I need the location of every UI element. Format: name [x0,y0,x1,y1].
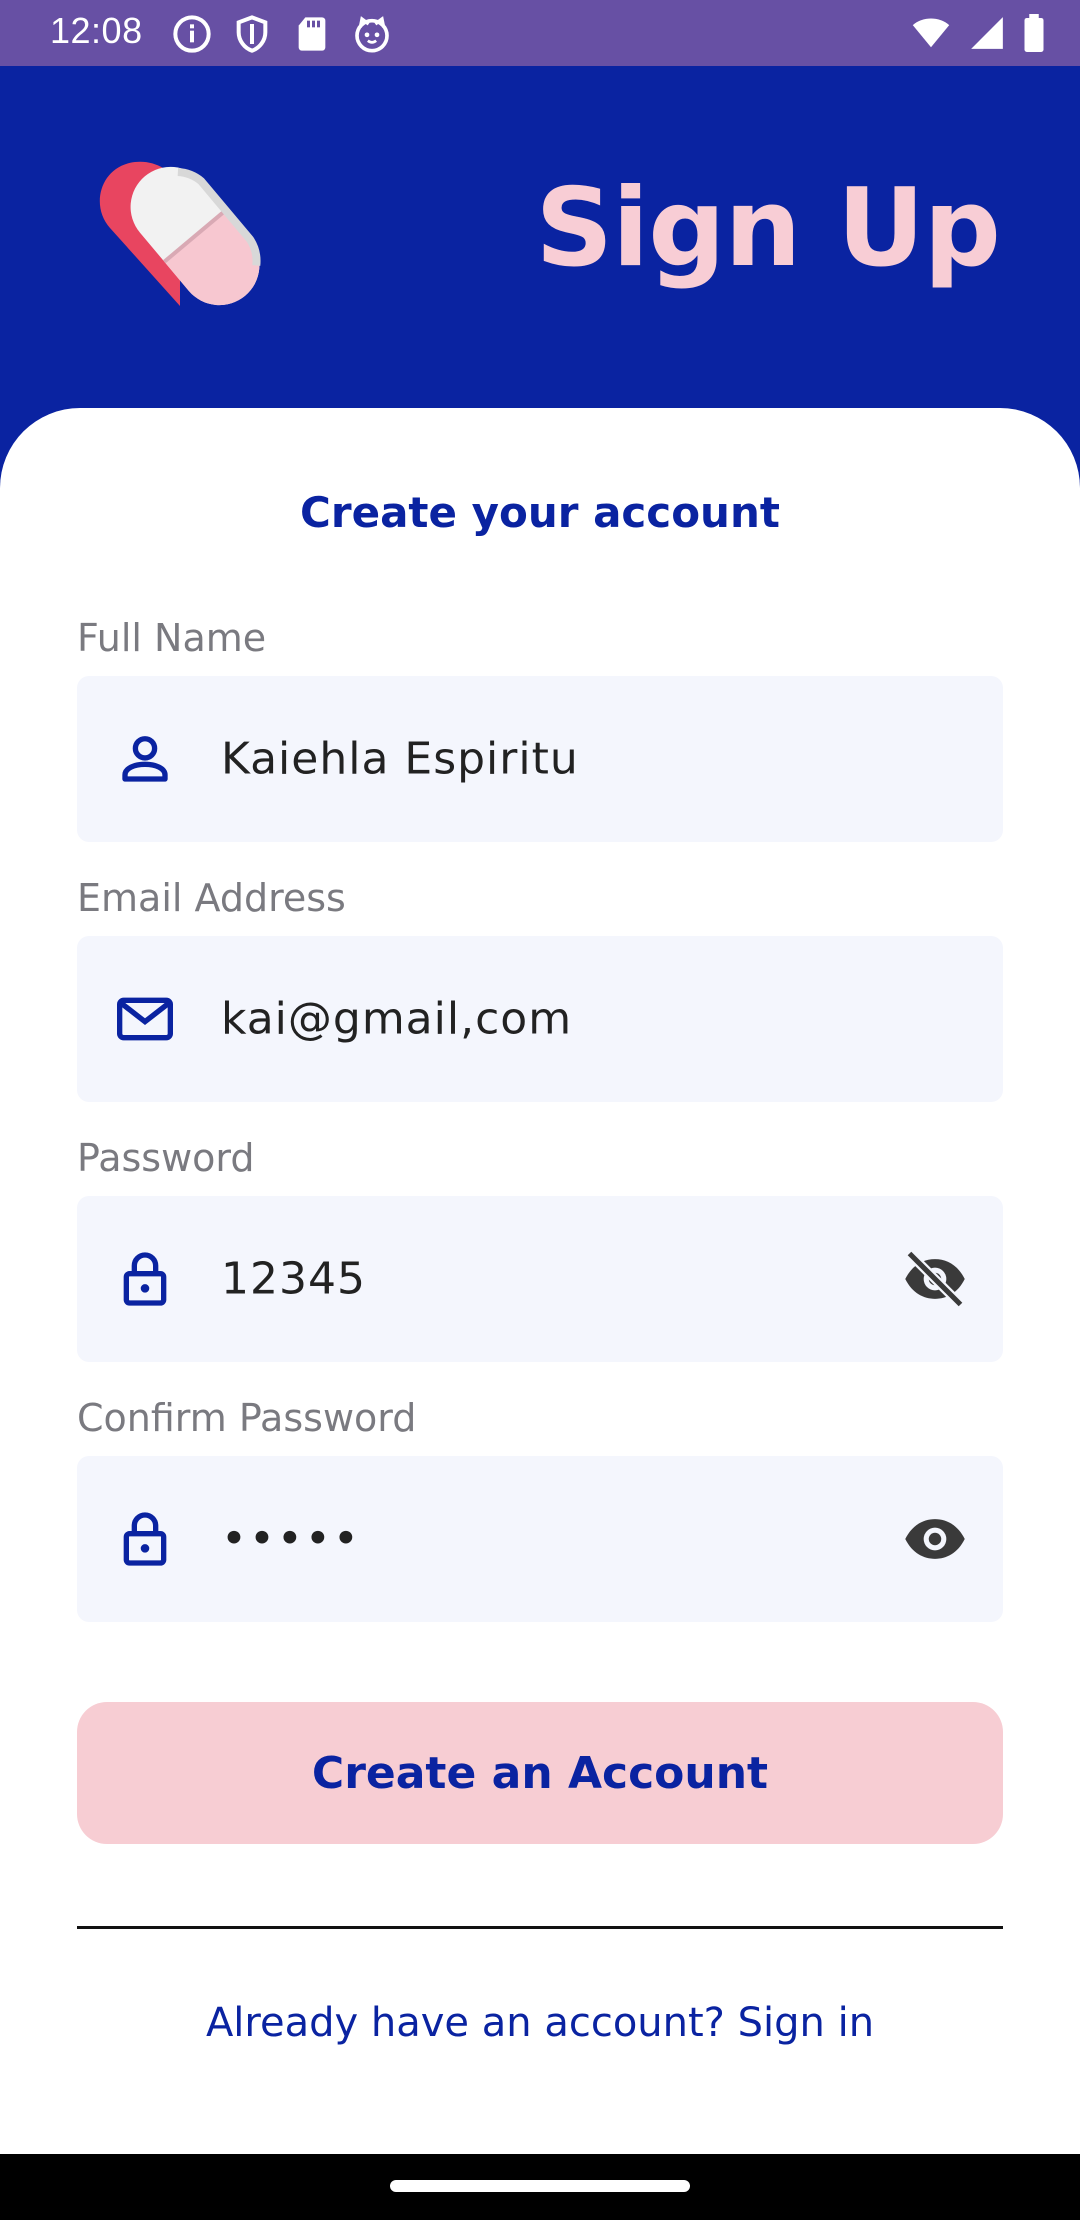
confirm-password-field[interactable]: ••••• [77,1456,1003,1622]
wifi-icon [912,18,950,48]
form-heading: Create your account [300,488,780,537]
home-gesture-handle[interactable] [390,2180,690,2192]
password-label: Password [77,1136,255,1180]
heart-pill-logo [99,161,261,306]
full-name-label: Full Name [77,616,267,660]
full-name-field[interactable]: Kaiehla Espiritu [77,676,1003,842]
shield-icon [236,15,268,53]
password-value: 12345 [221,1253,366,1305]
status-icons-left [172,14,392,54]
signal-icon [971,17,1003,49]
status-time: 12:08 [50,10,143,51]
create-account-button[interactable]: Create an Account [77,1702,1003,1844]
signup-screen: 12:08 Sign Up Create your account Full N… [0,0,1080,2220]
sign-in-link[interactable]: Already have an account? Sign in [0,2000,1080,2046]
confirm-password-value: ••••• [221,1513,361,1565]
email-label: Email Address [77,876,346,920]
header: Sign Up [0,66,1080,446]
email-field[interactable]: kai@gmail,com [77,936,1003,1102]
sd-card-icon [298,17,326,51]
mail-icon [117,997,173,1041]
lock-icon [123,1512,167,1566]
cat-face-icon [355,16,389,53]
navigation-bar [0,2154,1080,2220]
status-bar: 12:08 [0,0,1080,66]
battery-icon [1024,14,1044,52]
full-name-value: Kaiehla Espiritu [221,733,579,785]
info-icon [173,15,211,53]
person-icon [122,736,168,782]
lock-icon [123,1252,167,1306]
password-field[interactable]: 12345 [77,1196,1003,1362]
status-icons-right [910,14,1046,52]
divider [77,1926,1003,1929]
confirm-password-label: Confirm Password [77,1396,417,1440]
email-value: kai@gmail,com [221,993,573,1045]
eye-off-icon[interactable] [901,1245,969,1313]
page-title: Sign Up [535,166,1001,291]
signup-card: Create your account Full Name Kaiehla Es… [0,408,1080,2154]
eye-icon[interactable] [901,1505,969,1573]
